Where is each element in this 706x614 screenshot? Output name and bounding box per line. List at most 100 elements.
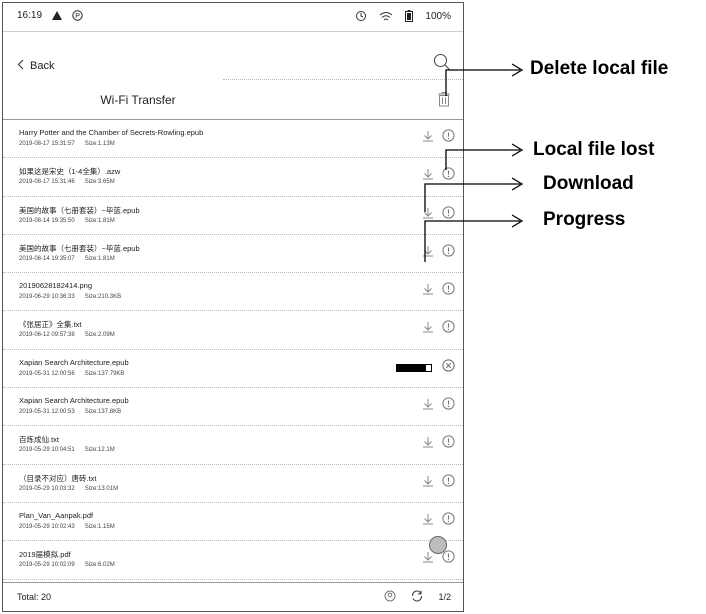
download-icon[interactable] — [422, 129, 434, 147]
info-icon[interactable] — [442, 244, 455, 262]
file-size: Size:137.8KB — [84, 409, 122, 416]
download-icon[interactable] — [422, 512, 434, 530]
battery-level: 100% — [425, 10, 451, 22]
file-row[interactable]: 20190628182414.png 2019-06-29 10:36:33 Si… — [3, 273, 463, 312]
file-row[interactable]: 美国的故事（七册套装）~毕蓝.epub 2019-08-14 19:35:50 S… — [3, 197, 463, 235]
file-row[interactable]: 百炼成仙.txt 2019-05-29 10:04:51 Size:12.1M — [3, 426, 463, 465]
svg-text:P: P — [75, 13, 80, 20]
file-name: Plan_Van_Aanpak.pdf — [19, 510, 94, 520]
trash-icon[interactable] — [437, 91, 451, 112]
file-meta: 2019-05-29 10:02:43 Size:1.15M — [19, 524, 115, 530]
file-size: Size:12.1M — [84, 447, 115, 454]
info-icon[interactable] — [442, 282, 455, 300]
user-icon[interactable] — [384, 590, 396, 604]
info-icon[interactable] — [442, 550, 455, 568]
header: Back Wi-Fi Transfer — [3, 31, 463, 120]
file-name: Harry Potter and the Chamber of Secrets-… — [19, 128, 204, 137]
warning-triangle-icon — [52, 11, 63, 20]
info-icon[interactable] — [442, 167, 455, 185]
info-icon[interactable] — [442, 512, 455, 530]
divider — [223, 79, 463, 80]
cancel-download-icon[interactable] — [442, 359, 455, 377]
page-title: Wi-Fi Transfer — [100, 93, 176, 107]
file-name: （目录不对应）唐砖.txt — [19, 473, 97, 483]
file-row[interactable]: （目录不对应）唐砖.txt 2019-05-29 10:03:32 Size:13… — [3, 465, 463, 503]
file-date: 2019-08-14 19:35:07 — [19, 255, 75, 262]
info-icon[interactable] — [442, 397, 455, 415]
download-icon[interactable] — [422, 282, 434, 300]
file-name: 如果这是宋史（1-4全集）.azw — [19, 167, 121, 177]
download-icon[interactable] — [422, 474, 434, 492]
download-icon[interactable] — [422, 320, 434, 338]
file-meta: 2019-08-17 15:31:57 Size:1.13M — [19, 141, 115, 147]
file-row[interactable]: Xapian Search Architecture.epub 2019-05-… — [3, 350, 463, 389]
file-meta: 2019-08-14 19:35:50 Size:1.81M — [19, 218, 115, 224]
file-date: 2019-05-31 12:00:56 — [19, 370, 75, 377]
info-icon[interactable] — [442, 474, 455, 492]
file-meta: 2019-05-29 10:02:09 Size:6.02M — [19, 562, 115, 568]
back-button[interactable]: Back — [17, 59, 54, 73]
file-row[interactable]: 2019届模拟.pdf 2019-05-29 10:02:09 Size:6.02… — [3, 541, 463, 580]
file-row[interactable]: 《张居正》全集.txt 2019-06-12 09:57:38 Size:2.09… — [3, 311, 463, 350]
info-icon[interactable] — [442, 129, 455, 147]
file-name: 美国的故事（七册套装）~毕蓝.epub — [19, 205, 140, 215]
download-icon[interactable] — [422, 550, 434, 568]
file-row[interactable]: Xapian Search Architecture.epub 2019-05-… — [3, 388, 463, 427]
file-row[interactable]: Harry Potter and the Chamber of Secrets-… — [3, 120, 463, 159]
file-name: Xapian Search Architecture.epub — [19, 357, 129, 367]
file-date: 2019-05-29 10:04:51 — [19, 447, 75, 454]
info-icon[interactable] — [442, 205, 455, 224]
file-meta: 2019-08-17 15:31:46 Size:3.65M — [19, 179, 115, 185]
file-date: 2019-08-14 19:35:50 — [19, 217, 75, 224]
callout-lost-label: Local file lost — [533, 139, 655, 160]
file-meta: 2019-05-31 12:00:56 Size:137.79KB — [19, 371, 124, 377]
wifi-icon — [379, 11, 393, 22]
page-indicator[interactable]: 1/2 — [438, 592, 451, 602]
file-meta: 2019-06-29 10:36:33 Size:210.3KB — [19, 294, 121, 300]
file-row[interactable]: Plan_Van_Aanpak.pdf 2019-05-29 10:02:43 S… — [3, 503, 463, 542]
file-meta: 2019-05-29 10:03:32 Size:13.01M — [19, 486, 118, 492]
file-row[interactable]: 美国的故事（七册套装）~毕蓝.epub 2019-08-14 19:35:07 S… — [3, 235, 463, 274]
file-date: 2019-05-31 12:00:53 — [19, 409, 75, 416]
info-icon[interactable] — [442, 435, 455, 453]
download-icon[interactable] — [422, 435, 434, 453]
progress-fill — [397, 364, 426, 371]
download-icon[interactable] — [422, 167, 434, 185]
chevron-left-icon — [17, 59, 24, 73]
scrollbar[interactable] — [463, 493, 464, 583]
file-row[interactable]: 如果这是宋史（1-4全集）.azw 2019-08-17 15:31:46 Siz… — [3, 158, 463, 197]
footer: Total: 20 1/2 — [3, 582, 463, 611]
scroll-handle[interactable] — [429, 536, 447, 554]
download-icon[interactable] — [422, 244, 434, 262]
file-name: 美国的故事（七册套装）~毕蓝.epub — [19, 243, 140, 253]
file-date: 2019-08-17 15:31:57 — [19, 141, 75, 147]
download-icon[interactable] — [422, 206, 434, 224]
file-size: Size:1.81M — [84, 217, 115, 224]
download-icon[interactable] — [422, 397, 434, 415]
refresh-icon[interactable] — [410, 589, 424, 605]
file-size: Size:1.15M — [84, 523, 115, 530]
file-name: 《张居正》全集.txt — [19, 320, 82, 330]
clock: 16:19 — [17, 10, 43, 21]
file-size: Size:13.01M — [84, 485, 119, 492]
download-progress-bar — [396, 363, 432, 372]
sync-icon — [355, 10, 367, 22]
file-name: 百炼成仙.txt — [19, 435, 60, 445]
p-notification-icon: P — [72, 10, 83, 21]
search-icon[interactable] — [433, 53, 451, 76]
battery-icon — [405, 10, 414, 22]
file-list: Harry Potter and the Chamber of Secrets-… — [3, 120, 463, 580]
info-icon[interactable] — [442, 320, 455, 338]
back-label: Back — [30, 60, 55, 72]
file-date: 2019-05-29 10:03:32 — [19, 485, 75, 492]
file-name: 2019届模拟.pdf — [19, 550, 71, 560]
callout-download-label: Download — [543, 173, 634, 194]
file-date: 2019-05-29 10:02:09 — [19, 562, 75, 569]
file-name: Xapian Search Architecture.epub — [19, 396, 129, 406]
total-count: Total: 20 — [17, 592, 52, 602]
file-meta: 2019-08-14 19:35:07 Size:1.81M — [19, 256, 115, 262]
file-meta: 2019-05-31 12:00:53 Size:137.8KB — [19, 409, 121, 415]
file-size: Size:2.09M — [84, 332, 115, 339]
file-name: 20190628182414.png — [19, 281, 92, 291]
file-size: Size:6.02M — [84, 562, 115, 569]
